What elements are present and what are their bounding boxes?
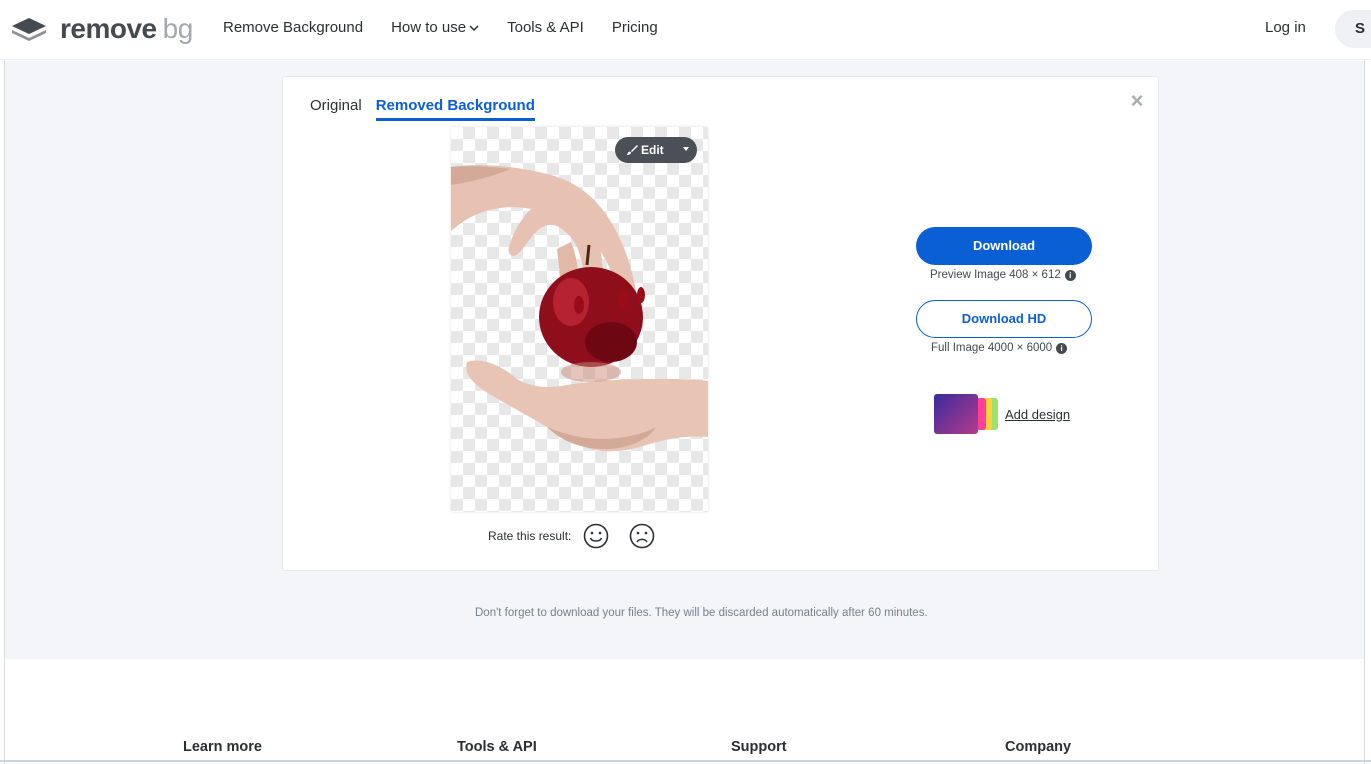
page: remove bg Remove Background How to use To… [0, 0, 1371, 764]
footer-tools-api[interactable]: Tools & API [457, 739, 537, 755]
info-icon[interactable]: i [1064, 269, 1076, 281]
edit-label: Edit [641, 143, 664, 157]
discard-notice: Don't forget to download your files. The… [475, 607, 928, 619]
nav-remove-background[interactable]: Remove Background [223, 19, 363, 36]
result-tabs: Original Removed Background [310, 97, 549, 121]
login-link[interactable]: Log in [1265, 19, 1306, 36]
top-header: remove bg Remove Background How to use To… [0, 0, 1371, 60]
hands-apple-image [451, 164, 708, 452]
design-thumbnails-icon [934, 392, 1000, 436]
right-divider [1364, 60, 1365, 764]
download-button[interactable]: Download [916, 227, 1092, 265]
chevron-down-icon [469, 24, 479, 31]
signup-button[interactable]: S [1335, 10, 1371, 48]
nav-how-to-use[interactable]: How to use [391, 19, 479, 36]
logo-text: remove bg [60, 13, 193, 44]
bottom-divider [0, 760, 1371, 762]
left-divider [4, 60, 5, 764]
preview-image-meta: Preview Image 408 × 612 i [930, 269, 1076, 281]
result-card: Original Removed Background × Edit Rate … [282, 76, 1159, 571]
result-preview-image: Edit [451, 127, 708, 512]
info-icon[interactable]: i [1056, 342, 1068, 354]
logo[interactable]: remove bg [10, 14, 193, 44]
nav-how-to-use-label: How to use [391, 19, 467, 36]
full-image-meta: Full Image 4000 × 6000 i [931, 342, 1068, 354]
add-design-label: Add design [1005, 406, 1071, 422]
download-hd-button[interactable]: Download HD [916, 300, 1092, 338]
sad-face-icon[interactable] [629, 523, 655, 549]
happy-face-icon[interactable] [583, 523, 609, 549]
brush-icon [627, 145, 638, 155]
rate-result: Rate this result: [488, 523, 675, 549]
main-nav: Remove Background How to use Tools & API… [223, 19, 686, 36]
caret-down-icon[interactable] [683, 147, 689, 151]
footer-support[interactable]: Support [731, 739, 787, 755]
nav-tools-api[interactable]: Tools & API [507, 19, 584, 36]
tab-original[interactable]: Original [310, 97, 362, 121]
tab-removed-background[interactable]: Removed Background [375, 97, 535, 121]
rate-label: Rate this result: [488, 529, 572, 543]
layers-logo-icon [12, 18, 46, 41]
preview-image-size: Preview Image 408 × 612 [930, 269, 1061, 281]
footer-company[interactable]: Company [1005, 739, 1071, 755]
add-design-link[interactable]: Add design [934, 392, 1070, 436]
full-image-size: Full Image 4000 × 6000 [931, 342, 1053, 354]
footer-learn-more[interactable]: Learn more [183, 739, 262, 755]
close-icon[interactable]: × [1128, 90, 1146, 112]
edit-button[interactable]: Edit [615, 137, 697, 163]
nav-pricing[interactable]: Pricing [612, 19, 658, 36]
